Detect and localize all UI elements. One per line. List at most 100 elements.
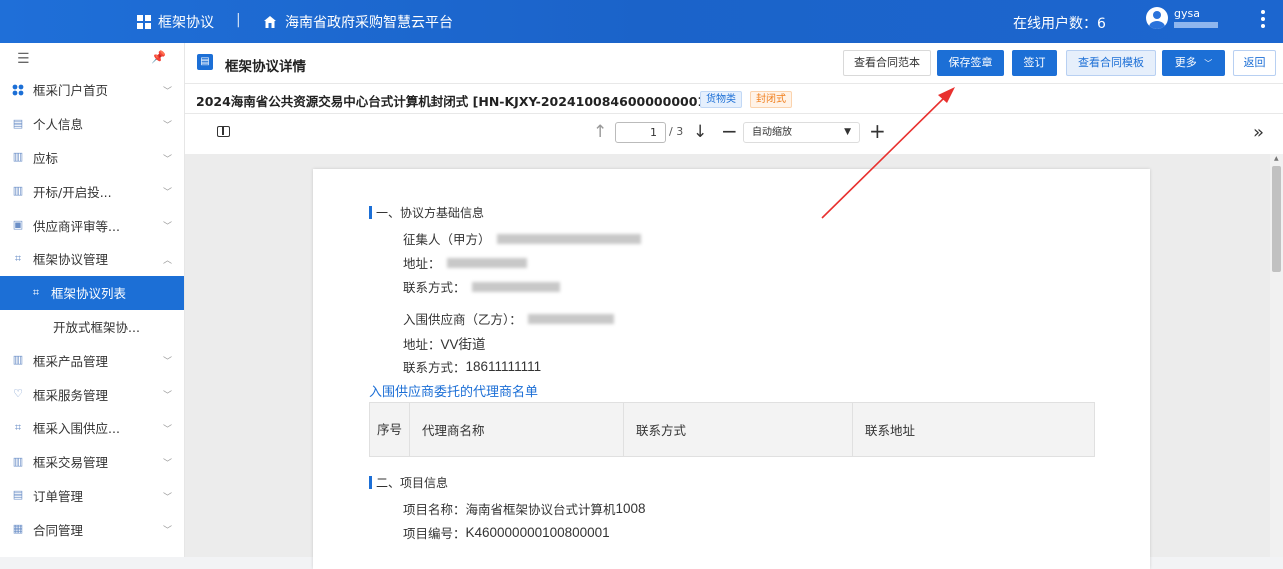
sidebar-item-contract-mgmt[interactable]: ▦ 合同管理 ﹀ (0, 512, 184, 546)
party-b-address-value: VV街道 (440, 337, 486, 352)
hamburger-icon[interactable]: ☰ (17, 51, 30, 67)
project-title: 2024海南省公共资源交易中心台式计算机封闭式 [HN-KJXY-2024100… (196, 94, 721, 109)
sidebar-item-agreement-mgmt[interactable]: ⌗ 框架协议管理 ︿ (0, 242, 184, 276)
contact-label: 联系方式： (403, 280, 466, 295)
sidebar-item-label: 框架协议管理 (33, 252, 109, 268)
sidebar-item-label: 框采产品管理 (33, 353, 109, 369)
chevron-down-icon: ﹀ (162, 357, 172, 368)
zoom-select[interactable]: 自动缩放 ▼ (743, 122, 860, 143)
vertical-scrollbar[interactable]: ▲ (1270, 154, 1283, 557)
pdf-toolbar: ↑ 1 / 3 ↓ − 自动缩放 ▼ + » (185, 114, 1283, 152)
page-title: 框架协议详情 (225, 59, 306, 75)
sidebar-item-label: 开放式框架协... (53, 319, 140, 335)
sidebar-item-label: 开标/开启投... (33, 184, 112, 200)
back-button[interactable]: 返回 (1233, 50, 1276, 76)
col-header-contact: 联系方式 (623, 402, 853, 457)
sidebar-item-open-agreement[interactable]: 开放式框架协... (0, 310, 184, 344)
sidebar-item-label: 框采入围供应... (33, 421, 120, 437)
chevron-down-icon: ﹀ (162, 222, 172, 233)
caret-down-icon: ▼ (844, 127, 851, 137)
chevron-down-icon: ﹀ (162, 154, 172, 165)
zoom-in-icon[interactable]: + (869, 120, 886, 142)
sidebar-item-label: 应标 (33, 150, 59, 166)
project-name-line: 项目名称：海南省框架协议台式计算机 1008 (403, 499, 646, 518)
chevron-down-icon: ﹀ (162, 526, 172, 537)
agent-table: 序号 代理商名称 联系方式 联系地址 (369, 402, 1095, 457)
brand[interactable]: 框架协议 (137, 12, 214, 32)
chevron-up-icon: ︿ (162, 255, 172, 266)
platform-link[interactable]: 海南省政府采购智慧云平台 (263, 12, 453, 32)
sidebar-item-label: 供应商评审等... (33, 218, 120, 234)
sidebar-item-order-mgmt[interactable]: ▤ 订单管理 ﹀ (0, 479, 184, 513)
sidebar-item-supplier-review[interactable]: ▣ 供应商评审等... ﹀ (0, 208, 184, 242)
kebab-menu-icon[interactable] (1261, 10, 1265, 31)
sidebar-toggle-icon[interactable] (217, 126, 230, 137)
redacted-party-a (496, 233, 641, 244)
grid-icon (12, 84, 24, 96)
redacted-contact (471, 281, 560, 292)
id-card-icon: ▤ (12, 116, 24, 130)
pin-icon[interactable]: 📌 (151, 50, 166, 64)
prev-page-icon[interactable]: ↑ (593, 122, 607, 142)
chevron-down-icon: ﹀ (1204, 59, 1213, 68)
online-count: 6 (1097, 16, 1106, 32)
main-content: ▤ 框架协议详情 查看合同范本 保存签章 签订 查看合同模板 更多 ﹀ 返回 2… (185, 43, 1283, 569)
save-sign-button[interactable]: 保存签章 (937, 50, 1004, 76)
view-contract-sample-button[interactable]: 查看合同范本 (843, 50, 931, 76)
redacted-address (446, 257, 527, 268)
contract-icon: ▦ (12, 522, 24, 536)
scroll-up-icon[interactable]: ▲ (1274, 155, 1279, 162)
sidebar-item-label: 合同管理 (33, 522, 84, 538)
avatar (1146, 7, 1168, 29)
sidebar-item-agreement-list[interactable]: ⌗ 框架协议列表 (0, 275, 184, 310)
sidebar-item-service-mgmt[interactable]: ♡ 框采服务管理 ﹀ (0, 377, 184, 411)
col-header-agent-name: 代理商名称 (409, 402, 624, 457)
section-1-heading: 一、协议方基础信息 (369, 204, 484, 221)
supplier-icon: ⌗ (14, 420, 22, 434)
brand-separator: | (236, 12, 241, 28)
party-b-line: 入围供应商（乙方）： (403, 309, 614, 328)
scrollbar-thumb[interactable] (1272, 166, 1281, 272)
user-menu[interactable]: gysa (1146, 7, 1218, 29)
project-no-label: 项目编号： (403, 526, 466, 541)
sidebar-item-personal-info[interactable]: ▤ 个人信息 ﹀ (0, 107, 184, 141)
section-marker (369, 206, 372, 219)
service-icon: ♡ (13, 387, 23, 401)
sidebar-item-trade-mgmt[interactable]: ▥ 框采交易管理 ﹀ (0, 445, 184, 479)
view-contract-template-button[interactable]: 查看合同模板 (1066, 50, 1156, 76)
chevron-down-icon: ﹀ (162, 120, 172, 131)
party-b-contact-label: 联系方式： (403, 360, 466, 375)
sidebar-item-product-mgmt[interactable]: ▥ 框采产品管理 ﹀ (0, 343, 184, 377)
order-icon: ▤ (12, 488, 24, 502)
username-redacted (1174, 22, 1218, 28)
next-page-icon[interactable]: ↓ (693, 122, 707, 142)
pdf-page: 一、协议方基础信息 征集人（甲方） 地址： 联系方式： 入围供应商（乙方）： 地… (313, 169, 1150, 569)
section-1-title: 一、协议方基础信息 (376, 206, 485, 220)
party-a-contact-line: 联系方式： (403, 277, 560, 296)
party-b-label: 入围供应商（乙方）： (403, 312, 522, 327)
party-b-contact-line: 联系方式： 18611111111 (403, 357, 541, 376)
tools-more-icon[interactable]: » (1253, 122, 1264, 143)
sidebar-item-supplier-mgmt[interactable]: ⌗ 框采入围供应... ﹀ (0, 411, 184, 445)
chevron-down-icon: ﹀ (162, 391, 172, 402)
party-b-contact-value: 18611111111 (465, 359, 542, 374)
doc-icon: ▥ (12, 150, 24, 164)
section-2-title: 二、项目信息 (376, 476, 449, 490)
sidebar-item-bid[interactable]: ▥ 应标 ﹀ (0, 141, 184, 175)
sidebar-item-portal-home[interactable]: 框采门户首页 ﹀ (0, 73, 184, 107)
chevron-down-icon: ﹀ (162, 87, 172, 97)
more-button[interactable]: 更多 ﹀ (1162, 50, 1225, 76)
sidebar-item-label: 订单管理 (33, 488, 84, 504)
sidebar-item-label: 个人信息 (33, 117, 84, 133)
pdf-viewer[interactable]: 一、协议方基础信息 征集人（甲方） 地址： 联系方式： 入围供应商（乙方）： 地… (185, 154, 1283, 569)
page-number-input[interactable]: 1 (615, 122, 666, 143)
chevron-down-icon: ﹀ (162, 424, 172, 435)
sidebar-item-bid-opening[interactable]: ▥ 开标/开启投... ﹀ (0, 174, 184, 208)
chevron-down-icon: ﹀ (162, 188, 172, 199)
sign-button[interactable]: 签订 (1012, 50, 1057, 76)
sidebar-item-label: 框采门户首页 (33, 83, 109, 99)
doc-icon: ▥ (12, 454, 24, 468)
party-b-address-label: 地址： (403, 336, 441, 352)
zoom-out-icon[interactable]: − (721, 120, 738, 142)
monitor-icon: ▣ (12, 218, 24, 232)
